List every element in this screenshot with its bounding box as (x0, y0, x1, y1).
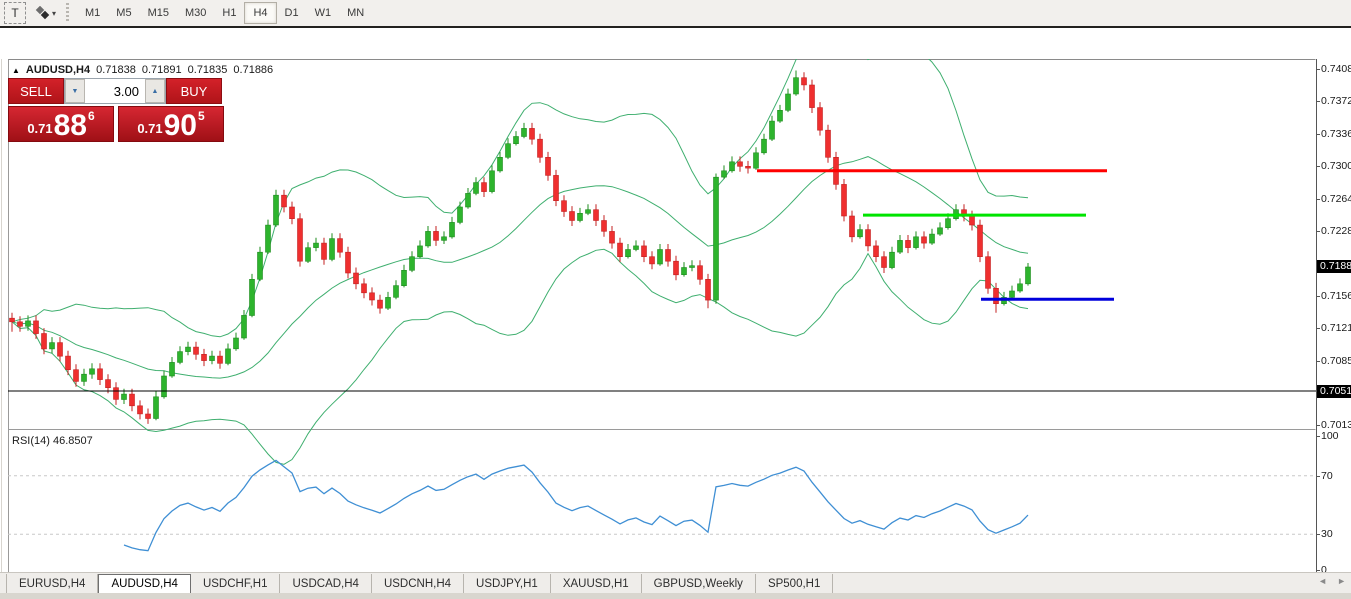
volume-increase-button[interactable]: ▲ (145, 79, 165, 103)
arrows-tool-icon[interactable]: ▾ (34, 2, 56, 24)
chart-title: ▲ AUDUSD,H4 0.71838 0.71891 0.71835 0.71… (12, 63, 278, 77)
window-edge (1, 59, 2, 599)
timeframe-button-mn[interactable]: MN (339, 2, 372, 24)
tab-audusd-h4[interactable]: AUDUSD,H4 (98, 574, 191, 594)
price-axis-tick (1317, 101, 1320, 102)
price-axis-tick (1317, 436, 1320, 437)
volume-stepper: ▼ 3.00 ▲ (64, 78, 166, 104)
symbol-marker-icon: ▲ (12, 65, 20, 75)
axis-label: 0.73000 (1321, 160, 1351, 172)
tab-scroll-right-icon[interactable]: ► (1337, 576, 1346, 586)
timeframe-button-m1[interactable]: M1 (77, 2, 108, 24)
price-axis-tick (1317, 328, 1320, 329)
axis-label: 0.74080 (1321, 63, 1351, 75)
timeframe-button-h4[interactable]: H4 (244, 2, 277, 24)
ohlc-close: 0.71886 (233, 64, 274, 76)
bottom-strip (0, 593, 1351, 599)
axis-label: 0.73720 (1321, 95, 1351, 107)
terminal-window: T ▾ M1 M5 M15 M30 H1 H4 D1 W1 MN ▲ AUDUSD,H4 0.7… (0, 0, 1351, 599)
price-badge: 0.70514 (1317, 385, 1351, 398)
buy-price-display[interactable]: 0.71 90 5 (118, 106, 224, 142)
axis-label: 0.70850 (1321, 355, 1351, 367)
tab-usdcnh-h4[interactable]: USDCNH,H4 (372, 574, 465, 594)
timeframe-button-m5[interactable]: M5 (108, 2, 139, 24)
sell-price-display[interactable]: 0.71 88 6 (8, 106, 114, 142)
price-axis[interactable]: 0.74080 0.73720 0.73360 0.73000 0.72640 0.722… (1316, 59, 1351, 577)
buy-price-big: 90 (163, 109, 197, 142)
one-click-trade-panel: SELL ▼ 3.00 ▲ BUY 0.71 88 6 0.71 90 5 (8, 78, 228, 142)
chevron-down-icon[interactable]: ▾ (52, 9, 56, 18)
axis-label: 100 (1321, 430, 1339, 442)
price-axis-tick (1317, 134, 1320, 135)
rsi-indicator-label: RSI(14) 46.8507 (12, 435, 96, 447)
timeframe-button-m15[interactable]: M15 (140, 2, 177, 24)
axis-label: 70 (1321, 470, 1333, 482)
price-axis-tick (1317, 476, 1320, 477)
axis-label: 0.73360 (1321, 128, 1351, 140)
sell-price-big: 88 (53, 109, 87, 142)
axis-label: 0.72280 (1321, 225, 1351, 237)
chart-window: ▲ AUDUSD,H4 0.71838 0.71891 0.71835 0.71… (0, 30, 1351, 599)
price-axis-tick (1317, 231, 1320, 232)
ohlc-open: 0.71838 (96, 64, 136, 76)
axis-label: 0.71560 (1321, 290, 1351, 302)
price-axis-tick (1317, 296, 1320, 297)
symbol-period-label: AUDUSD,H4 (25, 64, 91, 76)
tab-usdchf-h1[interactable]: USDCHF,H1 (191, 574, 281, 594)
timeframe-button-h1[interactable]: H1 (214, 2, 244, 24)
buy-price-pip: 5 (198, 109, 205, 123)
sell-price-prefix: 0.71 (27, 121, 53, 136)
chart-tabs: EURUSD,H4 AUDUSD,H4 USDCHF,H1 USDCAD,H4 USDC… (6, 574, 834, 594)
sell-price-pip: 6 (88, 109, 95, 123)
timeframe-button-group: M1 M5 M15 M30 H1 H4 D1 W1 MN (77, 2, 372, 24)
axis-label: 30 (1321, 528, 1333, 540)
text-tool-icon[interactable]: T (4, 2, 26, 24)
volume-decrease-button[interactable]: ▼ (65, 79, 85, 103)
tab-eurusd-h4[interactable]: EURUSD,H4 (6, 574, 99, 594)
price-axis-tick (1317, 570, 1320, 571)
top-toolbar: T ▾ M1 M5 M15 M30 H1 H4 D1 W1 MN (0, 0, 1351, 28)
buy-button[interactable]: BUY (166, 78, 222, 104)
price-badge: 0.71886 (1317, 260, 1351, 273)
price-axis-tick (1317, 361, 1320, 362)
timeframe-button-d1[interactable]: D1 (277, 2, 307, 24)
ohlc-low: 0.71835 (187, 64, 228, 76)
tab-sp500-h1[interactable]: SP500,H1 (756, 574, 834, 594)
price-axis-tick (1317, 425, 1320, 426)
toolbar-separator (66, 3, 70, 23)
axis-label: 0.72640 (1321, 193, 1351, 205)
axis-label: 0.71210 (1321, 322, 1351, 334)
tab-xauusd-h1[interactable]: XAUUSD,H1 (551, 574, 642, 594)
price-axis-tick (1317, 166, 1320, 167)
tab-usdjpy-h1[interactable]: USDJPY,H1 (464, 574, 551, 594)
price-axis-tick (1317, 69, 1320, 70)
timeframe-button-m30[interactable]: M30 (177, 2, 214, 24)
timeframe-button-w1[interactable]: W1 (307, 2, 340, 24)
price-axis-tick (1317, 534, 1320, 535)
tab-gbpusd-weekly[interactable]: GBPUSD,Weekly (642, 574, 756, 594)
ohlc-high: 0.71891 (141, 64, 182, 76)
tab-usdcad-h4[interactable]: USDCAD,H4 (280, 574, 372, 594)
sell-button[interactable]: SELL (8, 78, 64, 104)
buy-price-prefix: 0.71 (137, 121, 163, 136)
volume-value[interactable]: 3.00 (85, 79, 145, 103)
price-axis-tick (1317, 199, 1320, 200)
tab-scroll-left-icon[interactable]: ◄ (1318, 576, 1327, 586)
